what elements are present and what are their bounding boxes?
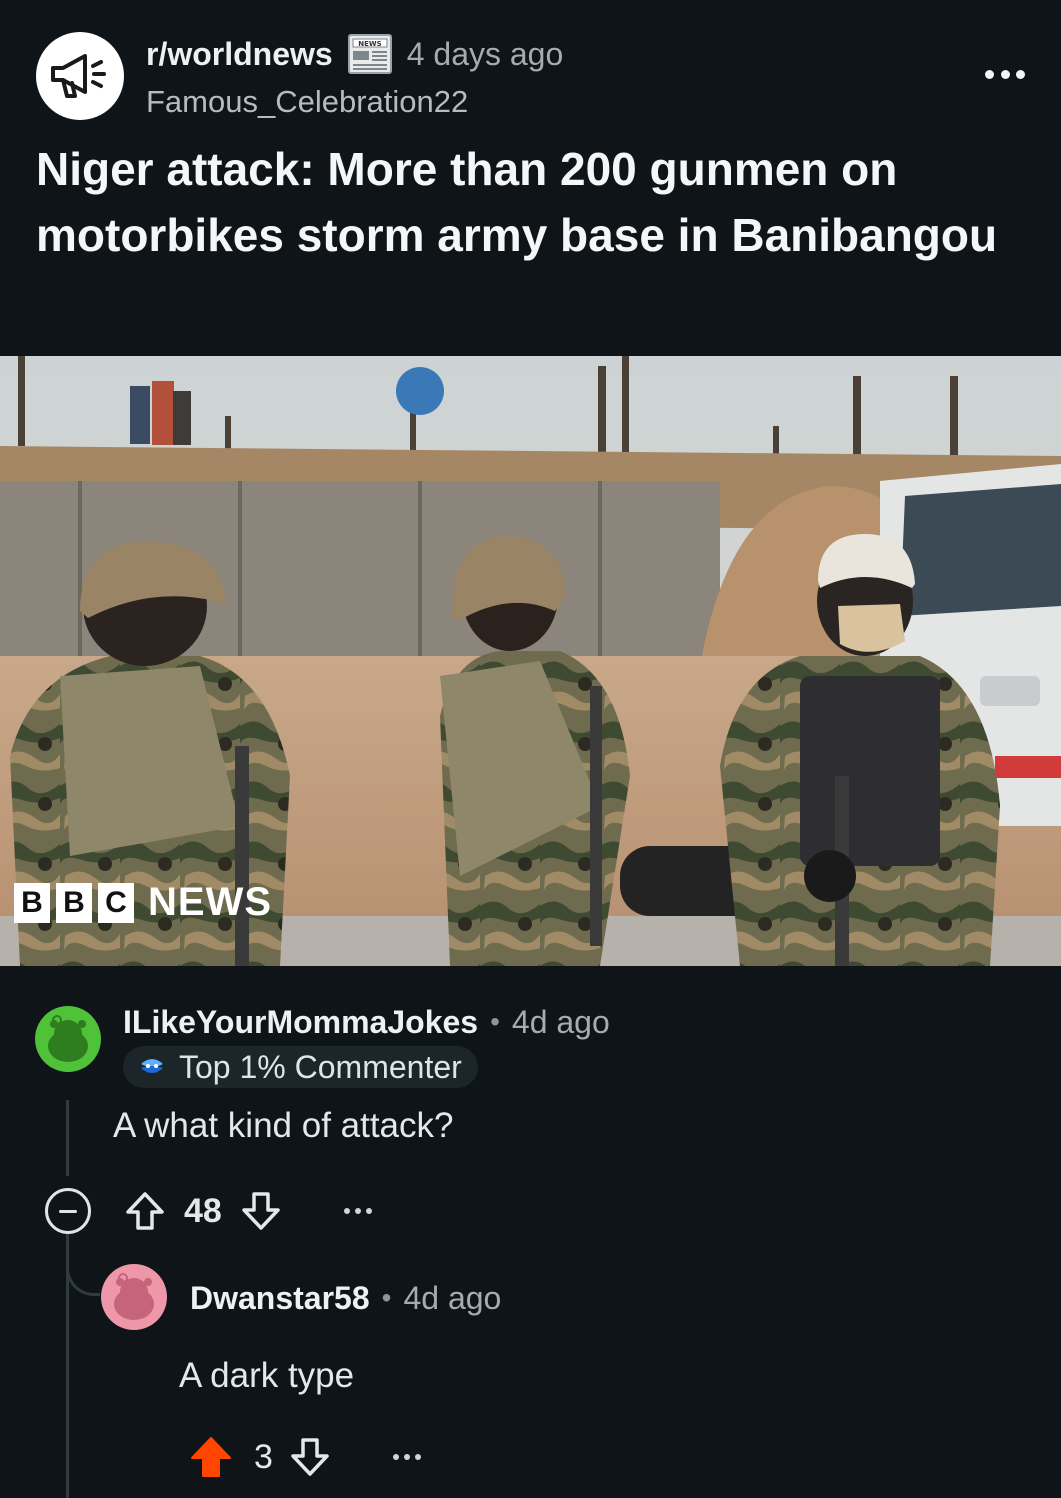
comment-actions: 3 xyxy=(188,1432,421,1482)
meta-separator: • xyxy=(381,1282,392,1313)
snoo-icon xyxy=(114,1273,154,1320)
comment-meta: Dwanstar58 • 4d ago xyxy=(190,1278,501,1318)
dot xyxy=(343,1208,350,1214)
post-image[interactable] xyxy=(0,356,1061,966)
bbc-letter: B xyxy=(56,882,92,923)
dot xyxy=(1016,69,1025,79)
upvote-arrow-icon-active[interactable] xyxy=(188,1434,234,1480)
newspaper-icon: NEWS xyxy=(347,34,392,74)
meta-separator: • xyxy=(490,1006,500,1037)
dot xyxy=(392,1454,399,1460)
post-title[interactable]: Niger attack: More than 200 gunmen on mo… xyxy=(36,136,1026,268)
dot xyxy=(365,1208,372,1214)
post-age: 4 days ago xyxy=(406,35,564,72)
post-header: r/worldnews NEWS 4 days ago Famous_Celeb… xyxy=(0,0,1061,356)
comment-age: 4d ago xyxy=(511,1003,610,1040)
comment-username[interactable]: Dwanstar58 xyxy=(190,1280,370,1317)
downvote-arrow-icon[interactable] xyxy=(238,1188,284,1234)
snoo-icon xyxy=(48,1015,88,1062)
downvote-arrow-icon[interactable] xyxy=(287,1434,333,1480)
bbc-news-watermark: B B C NEWS xyxy=(14,880,272,925)
comment-username[interactable]: ILikeYourMommaJokes xyxy=(123,1004,478,1041)
bbc-letter: C xyxy=(98,882,134,923)
post-more-options-button[interactable] xyxy=(985,64,1025,84)
dot xyxy=(414,1454,421,1460)
commenter-badge-icon xyxy=(141,1059,163,1073)
commenter-avatar[interactable] xyxy=(101,1264,167,1330)
dot xyxy=(985,69,994,79)
minus-icon xyxy=(59,1209,77,1213)
flair-text: Top 1% Commenter xyxy=(179,1048,462,1085)
subreddit-name[interactable]: r/worldnews xyxy=(146,36,333,73)
comment-age: 4d ago xyxy=(403,1279,502,1316)
comment-meta: ILikeYourMommaJokes • 4d ago xyxy=(123,1002,610,1042)
vote-count: 48 xyxy=(184,1191,222,1230)
comment-body: A what kind of attack? xyxy=(113,1106,454,1145)
reply-connector xyxy=(66,1262,100,1296)
bbc-news-text: NEWS xyxy=(148,880,272,924)
user-flair-badge: Top 1% Commenter xyxy=(123,1046,478,1088)
post-author[interactable]: Famous_Celebration22 xyxy=(146,84,468,120)
collapse-thread-button[interactable] xyxy=(45,1188,91,1234)
comment-more-options-button[interactable] xyxy=(343,1201,372,1221)
comment-more-options-button[interactable] xyxy=(392,1447,421,1467)
subreddit-avatar[interactable] xyxy=(36,32,124,120)
post-meta-line: r/worldnews NEWS 4 days ago xyxy=(146,32,563,76)
dot xyxy=(403,1454,410,1460)
dot xyxy=(1000,69,1010,79)
dot xyxy=(354,1208,361,1214)
comments-section: ILikeYourMommaJokes • 4d ago Top 1% Comm… xyxy=(0,966,1061,1498)
newspaper-icon-label: NEWS xyxy=(358,40,381,48)
comment-body: A dark type xyxy=(179,1356,355,1395)
vote-count: 3 xyxy=(254,1437,273,1476)
commenter-avatar[interactable] xyxy=(35,1006,101,1072)
bbc-letter: B xyxy=(14,882,50,923)
upvote-arrow-icon[interactable] xyxy=(122,1188,168,1234)
comment-actions: 48 xyxy=(122,1186,372,1236)
thread-line[interactable] xyxy=(66,1100,69,1176)
megaphone-icon xyxy=(51,54,106,98)
